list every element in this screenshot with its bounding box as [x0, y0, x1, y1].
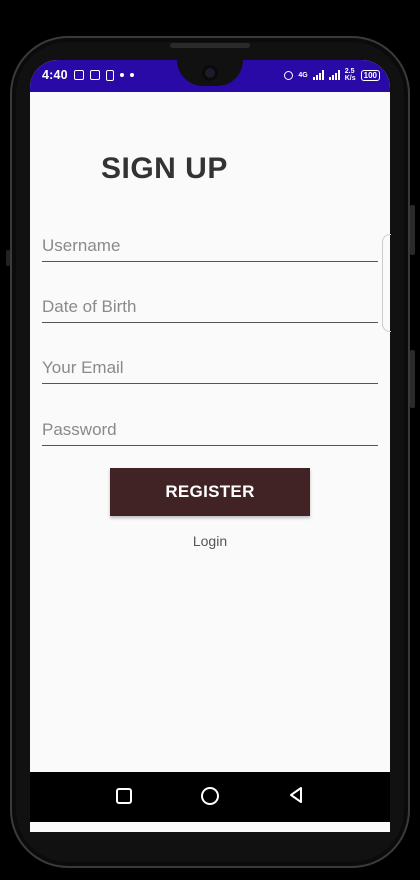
battery-icon: 100	[360, 69, 380, 81]
hotspot-icon	[284, 70, 294, 80]
home-icon[interactable]	[201, 787, 219, 805]
volume-button	[410, 205, 415, 255]
front-camera-icon	[202, 65, 218, 81]
password-input[interactable]	[42, 415, 378, 446]
more-notifications-icon	[119, 73, 124, 77]
network-speed: 2.5 K/s	[345, 68, 356, 82]
signal-icon	[312, 70, 324, 80]
network-speed-unit: K/s	[344, 75, 356, 82]
date-of-birth-input[interactable]	[42, 292, 378, 323]
status-right: 4G 2.5 K/s 100	[284, 68, 380, 82]
network-type-label: 4G	[298, 71, 308, 79]
page-title: SIGN UP	[101, 152, 228, 185]
email-input[interactable]	[42, 353, 378, 384]
mail-notification-icon	[89, 70, 100, 80]
recent-apps-icon[interactable]	[116, 788, 132, 804]
phone-notification-icon	[105, 69, 114, 81]
power-button	[410, 350, 415, 408]
signal-icon-2	[328, 70, 340, 80]
earpiece-speaker	[170, 43, 250, 48]
navigation-bar	[30, 772, 390, 822]
network-speed-value: 2.5	[344, 68, 355, 75]
status-left: 4:40	[42, 68, 134, 82]
back-icon[interactable]	[287, 786, 305, 804]
gallery-notification-icon	[73, 70, 84, 80]
edge-panel-handle[interactable]	[382, 234, 391, 332]
login-link[interactable]: Login	[170, 533, 250, 549]
phone-side-button	[6, 250, 10, 266]
register-button[interactable]: REGISTER	[110, 468, 310, 516]
status-time: 4:40	[42, 68, 68, 82]
more-notifications-icon-2	[129, 73, 134, 77]
username-input[interactable]	[42, 231, 378, 262]
